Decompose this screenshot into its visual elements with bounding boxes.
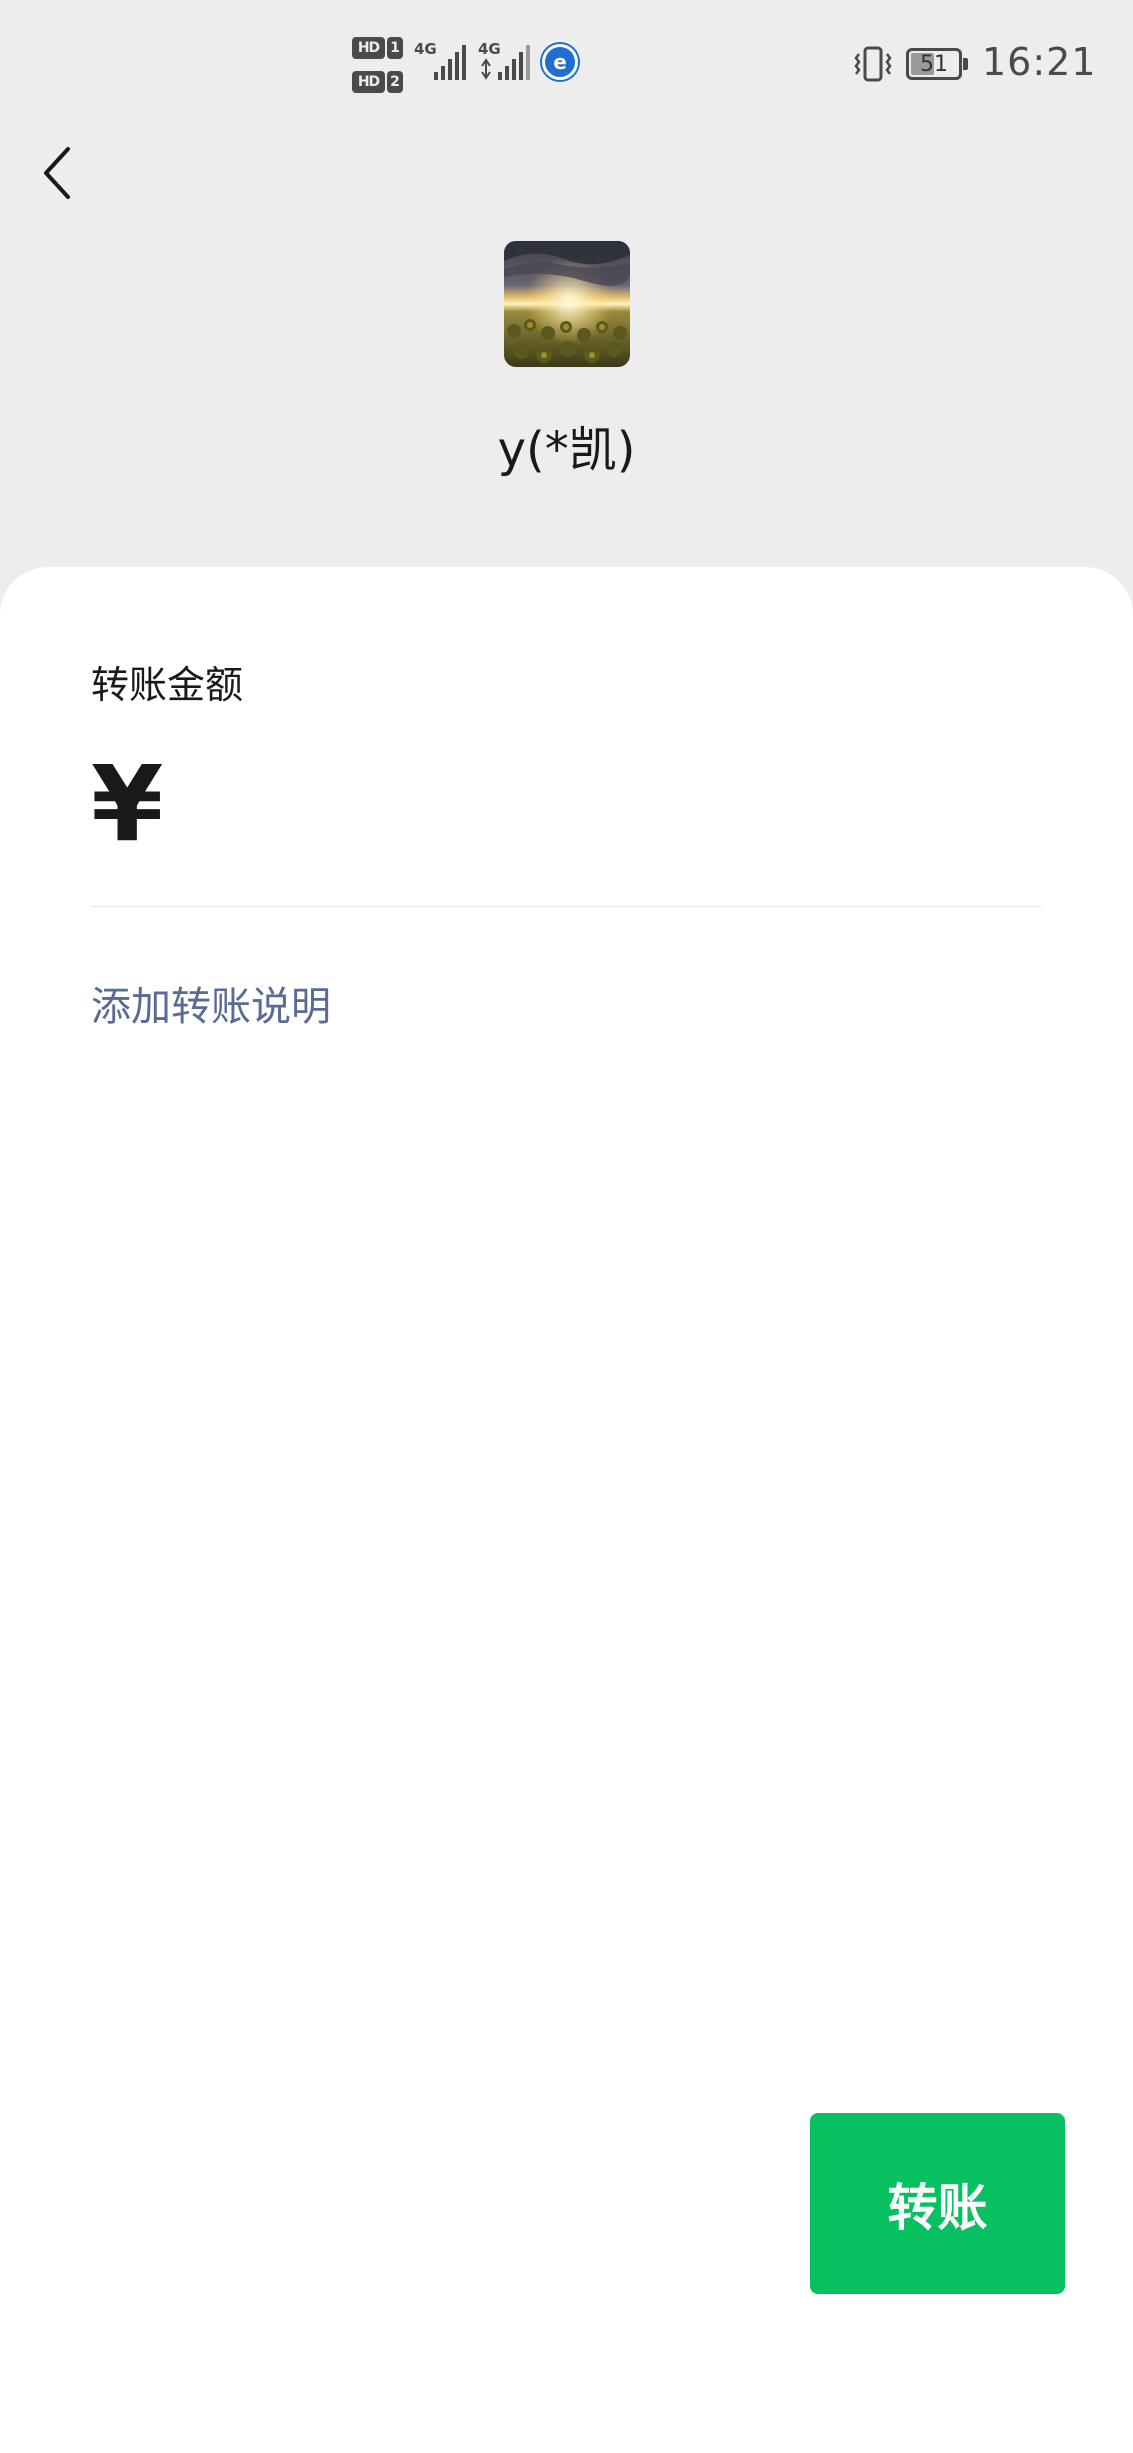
battery-level: 51 bbox=[920, 51, 948, 77]
signal-strength-sim1: 4G bbox=[414, 40, 470, 82]
transfer-button[interactable]: 转账 bbox=[810, 2113, 1065, 2294]
vibrate-icon bbox=[852, 44, 894, 84]
sim-number: 1 bbox=[387, 37, 403, 59]
divider bbox=[91, 906, 1042, 907]
status-bar: HD 1 HD 2 4G 4G e 51 16:21 bbox=[0, 0, 1133, 130]
signal-strength-sim2: 4G bbox=[478, 40, 534, 82]
network-type: 4G bbox=[414, 40, 437, 58]
sim-number: 2 bbox=[387, 71, 403, 93]
chevron-left-icon bbox=[44, 147, 70, 199]
network-type: 4G bbox=[478, 40, 501, 58]
amount-label: 转账金额 bbox=[91, 663, 244, 707]
carrier-app-icon: e bbox=[542, 44, 578, 80]
status-time: 16:21 bbox=[982, 40, 1097, 84]
currency-symbol: ¥ bbox=[91, 743, 164, 865]
carrier-icon-letter: e bbox=[553, 50, 567, 74]
hd-badge-sim1: HD 1 bbox=[352, 36, 406, 60]
back-button[interactable] bbox=[30, 138, 86, 208]
payee-avatar bbox=[504, 241, 630, 367]
hd-badge-sim2: HD 2 bbox=[352, 70, 406, 94]
hd-label: HD bbox=[352, 71, 385, 93]
amount-input[interactable] bbox=[178, 750, 1038, 860]
sunflower-field-image bbox=[504, 241, 630, 367]
hd-sim-indicators: HD 1 HD 2 bbox=[352, 32, 406, 94]
payee-name: y(*凯) bbox=[497, 422, 636, 478]
battery-icon: 51 bbox=[906, 48, 968, 80]
add-transfer-note-link[interactable]: 添加转账说明 bbox=[91, 974, 331, 1032]
hd-label: HD bbox=[352, 37, 385, 59]
